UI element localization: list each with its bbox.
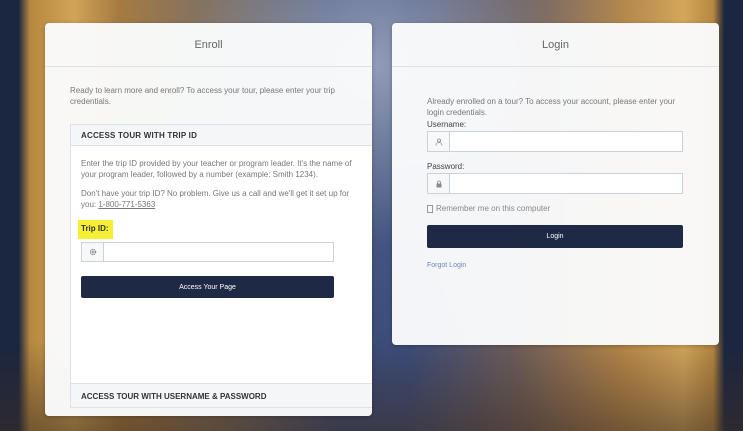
username-input[interactable]: [450, 132, 682, 151]
remember-me-checkbox[interactable]: [427, 204, 433, 213]
trip-id-label: Trip ID:: [78, 220, 113, 239]
trip-id-section-heading[interactable]: ACCESS TOUR WITH TRIP ID: [71, 125, 372, 146]
trip-id-section-body: Enter the trip ID provided by your teach…: [71, 146, 372, 383]
password-field-group: [427, 173, 683, 194]
login-button[interactable]: Login: [427, 225, 683, 248]
enroll-title: Enroll: [45, 23, 372, 67]
trip-id-help: Don't have your trip ID? No problem. Giv…: [81, 188, 362, 210]
phone-number-link[interactable]: 1-800-771-5363: [98, 200, 155, 209]
username-password-section-heading[interactable]: ACCESS TOUR WITH USERNAME & PASSWORD: [70, 383, 372, 408]
login-form: Username: Password: Remember me on this …: [392, 120, 719, 272]
password-input[interactable]: [450, 174, 682, 193]
login-title: Login: [392, 23, 719, 67]
username-field-group: [427, 131, 683, 152]
trip-id-description: Enter the trip ID provided by your teach…: [81, 159, 352, 179]
forgot-login-link[interactable]: Forgot Login: [427, 262, 466, 269]
password-label: Password:: [427, 162, 465, 171]
trip-id-field-group: [81, 242, 334, 262]
remember-me[interactable]: Remember me on this computer: [427, 204, 684, 213]
enroll-intro: Ready to learn more and enroll? To acces…: [70, 86, 335, 106]
lock-icon: [428, 174, 450, 193]
trip-id-section: ACCESS TOUR WITH TRIP ID Enter the trip …: [70, 124, 372, 384]
remember-me-label: Remember me on this computer: [436, 204, 551, 213]
gear-icon: [82, 243, 104, 261]
trip-id-input[interactable]: [104, 243, 333, 261]
access-your-page-button[interactable]: Access Your Page: [81, 276, 334, 298]
login-intro: Already enrolled on a tour? To access yo…: [427, 97, 675, 117]
username-label: Username:: [427, 120, 467, 129]
enroll-panel: Enroll Ready to learn more and enroll? T…: [45, 23, 372, 416]
login-panel: Login Already enrolled on a tour? To acc…: [392, 23, 719, 345]
user-icon: [428, 132, 450, 151]
